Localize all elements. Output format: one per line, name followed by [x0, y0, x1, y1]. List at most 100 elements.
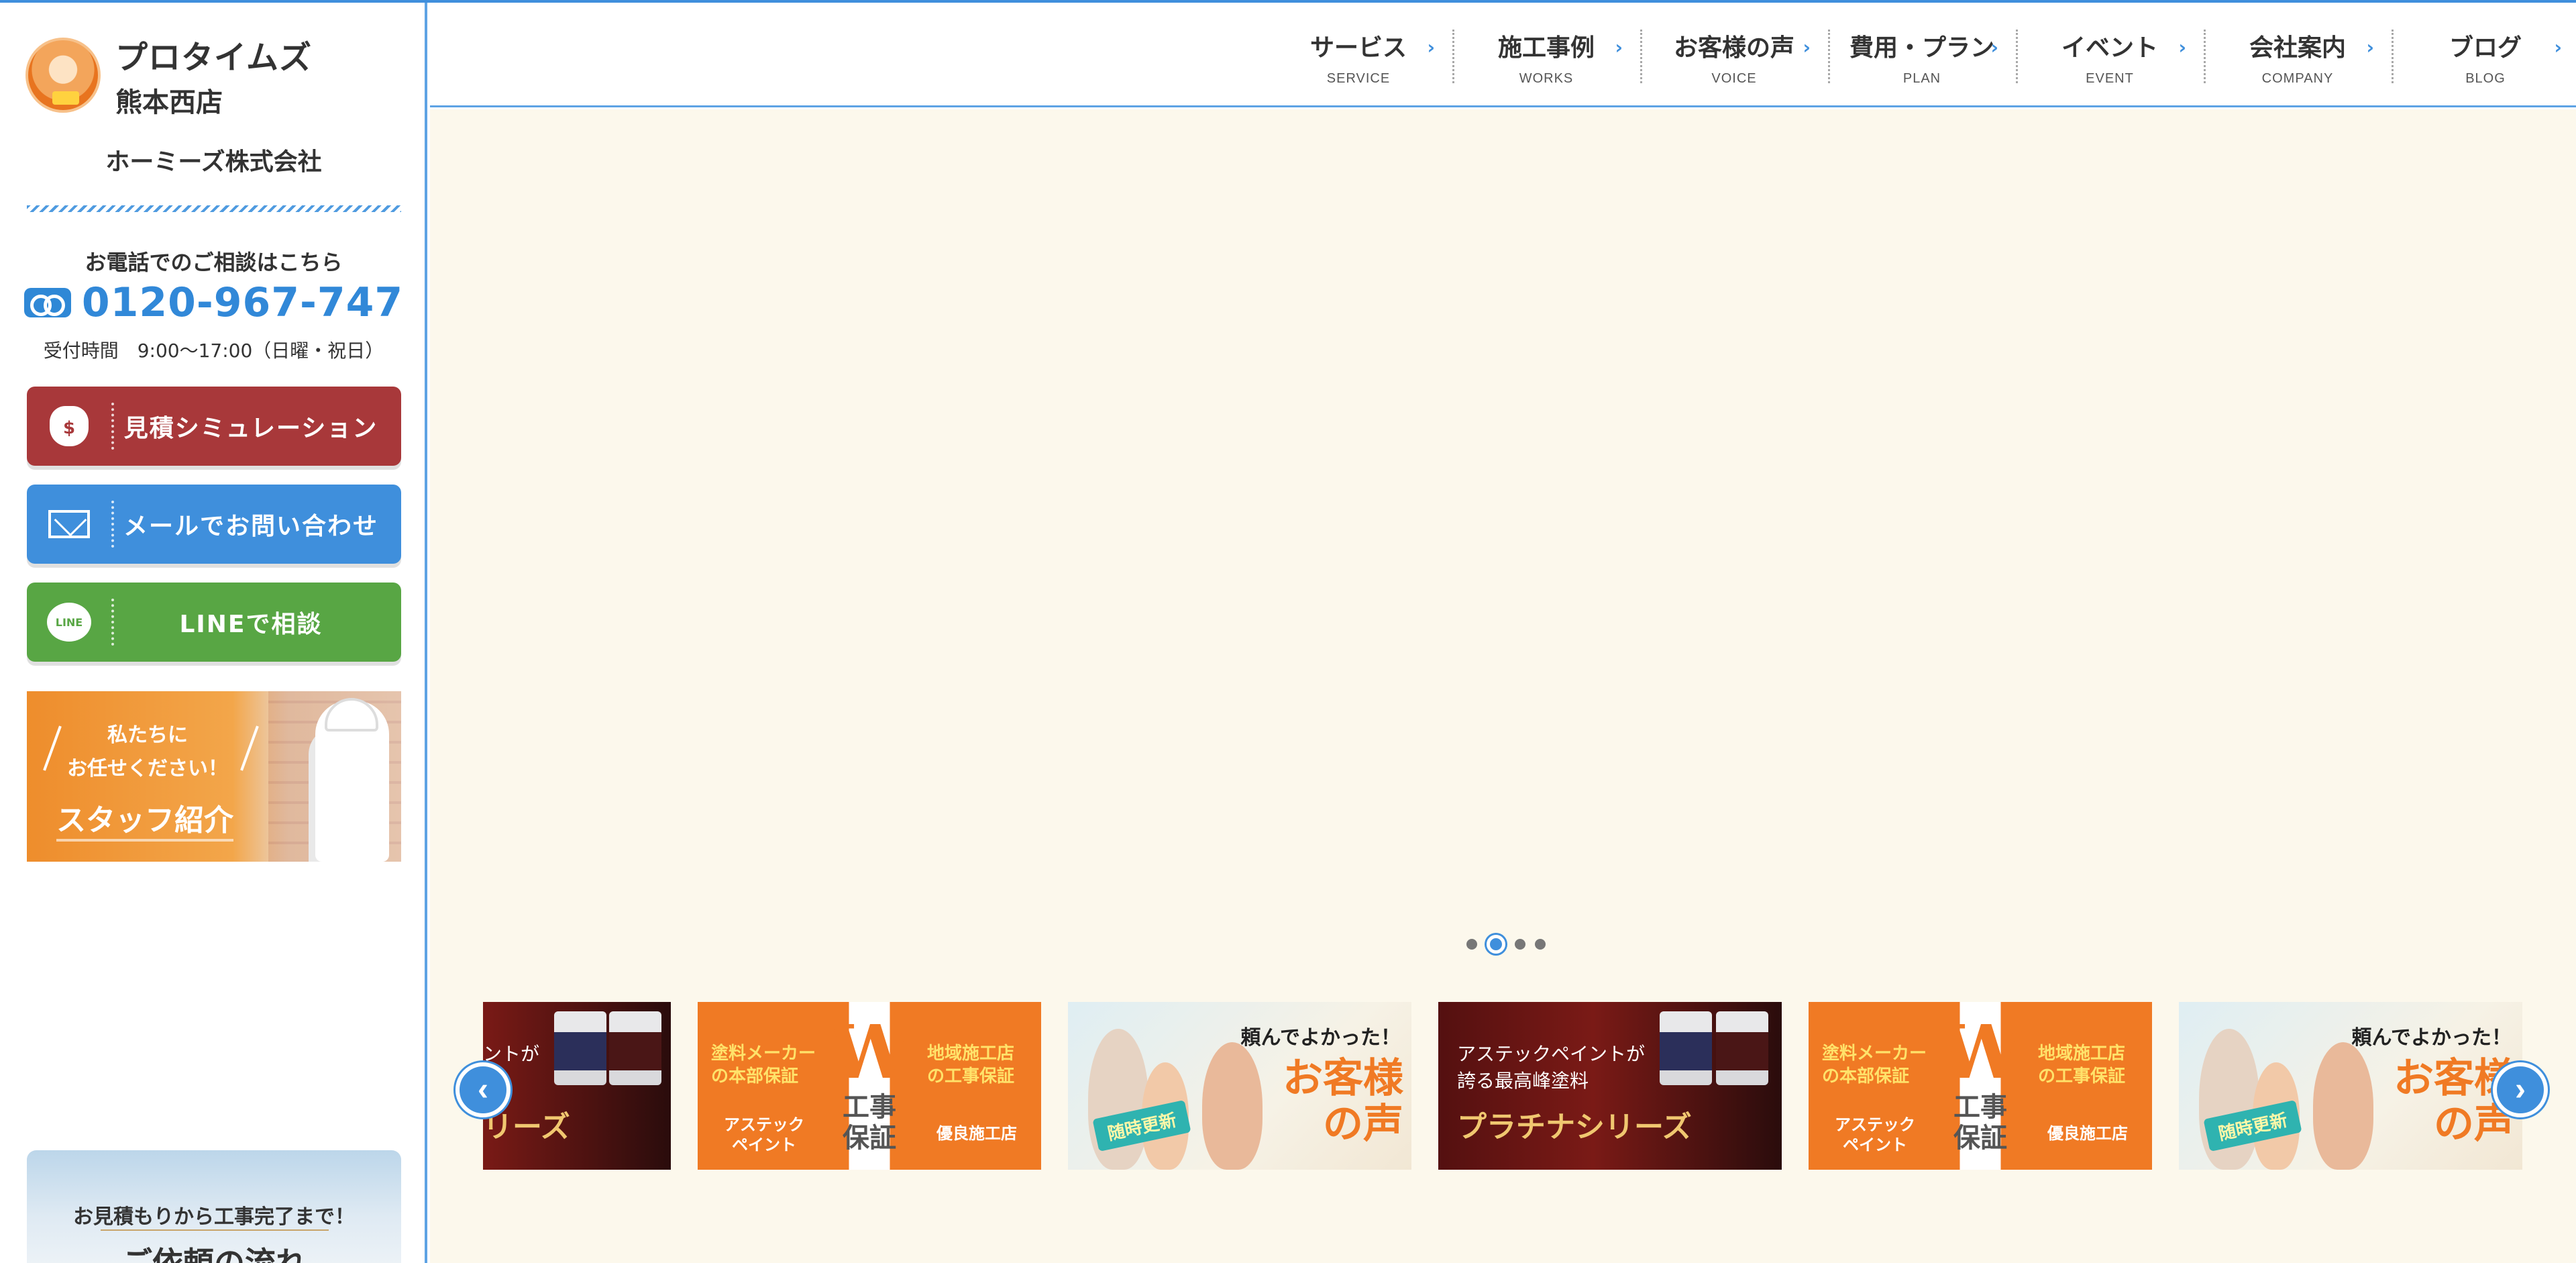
chevron-right-icon: ›	[2515, 1072, 2526, 1107]
warranty-left1: 塗料メーカー	[1822, 1044, 1927, 1064]
warranty-right3: 優良施工店	[2047, 1124, 2128, 1143]
chevron-left-icon: ‹	[478, 1072, 488, 1107]
business-hours: 受付時間 9:00〜17:00（日曜・祝日）	[43, 340, 384, 362]
phone-link[interactable]: 0120-967-747	[0, 279, 427, 326]
warranty-w-mark: W	[1940, 1009, 2023, 1095]
paint-can-image	[554, 1011, 606, 1085]
mail-contact-button[interactable]: メールでお問い合わせ	[27, 485, 401, 564]
paint-banner-line1: ントが	[483, 1043, 540, 1065]
sidebar: プロタイムズ 熊本西店 ホーミーズ株式会社 お電話でのご相談はこちら 0120-…	[0, 3, 427, 1263]
warranty-center-text: 工事 保証	[1953, 1092, 2007, 1154]
money-bag-icon: $	[50, 406, 89, 446]
warranty-right2: の工事保証	[927, 1066, 1015, 1087]
voice-banner-top: 頼んでよかった！	[1240, 1026, 1401, 1050]
chevron-right-icon: ›	[2178, 36, 2186, 58]
logo-branch: 熊本西店	[115, 87, 223, 118]
banner-carousel: ントが リーズ 塗料メーカー の本部保証 アステック ペイント W 工事 保証 …	[483, 1002, 2522, 1170]
nav-sublabel: WORKS	[1519, 71, 1574, 86]
nav-label: お客様の声	[1673, 34, 1794, 62]
main-visual-area: ントが リーズ 塗料メーカー の本部保証 アステック ペイント W 工事 保証 …	[430, 109, 2576, 1263]
nav-label: ブログ	[2449, 34, 2522, 62]
warranty-right1: 地域施工店	[927, 1044, 1015, 1064]
staff-banner-line2: お任せください！	[67, 757, 228, 780]
nav-sublabel: EVENT	[2086, 71, 2134, 86]
slider-dot[interactable]	[1535, 939, 1546, 950]
staff-banner-title: スタッフ紹介	[56, 796, 233, 842]
chevron-right-icon: ›	[2366, 36, 2374, 58]
chevron-right-icon: ›	[1615, 36, 1623, 58]
nav-item-plan[interactable]: 費用・プラン PLAN ›	[1828, 3, 2016, 107]
dashed-divider	[27, 205, 401, 212]
warranty-right1: 地域施工店	[2038, 1044, 2126, 1064]
nav-item-event[interactable]: イベント EVENT ›	[2016, 3, 2204, 107]
customer-photo	[1088, 1029, 1148, 1170]
nav-label: 費用・プラン	[1849, 34, 1994, 62]
nav-label: イベント	[2061, 34, 2158, 62]
warranty-left1: 塗料メーカー	[711, 1044, 816, 1064]
staff-banner-line1: 私たちに	[107, 723, 188, 747]
chevron-right-icon: ›	[2554, 36, 2562, 58]
nav-item-service[interactable]: サービス SERVICE ›	[1265, 3, 1452, 107]
paint-can-image	[1716, 1011, 1768, 1085]
mascot-logo-icon	[25, 38, 101, 113]
nav-sublabel: BLOG	[2465, 71, 2506, 86]
site-logo[interactable]: プロタイムズ 熊本西店	[25, 35, 312, 118]
paint-banner-partial[interactable]: ントが リーズ	[483, 1002, 671, 1170]
nav-sublabel: PLAN	[1902, 71, 1941, 86]
freedial-icon	[23, 288, 71, 317]
carousel-next-button[interactable]: ›	[2493, 1062, 2548, 1117]
warranty-left3: アステック ペイント	[1835, 1115, 1915, 1154]
warranty-banner[interactable]: 塗料メーカー の本部保証 アステック ペイント W 工事 保証 地域施工店 の工…	[698, 1002, 1041, 1170]
global-nav: サービス SERVICE › 施工事例 WORKS › お客様の声 VOICE …	[1265, 3, 2576, 107]
paint-banner-line1: アステックペイントが	[1457, 1043, 1646, 1065]
slider-dot-active[interactable]	[1487, 935, 1505, 954]
nav-sublabel: VOICE	[1711, 71, 1757, 86]
warranty-left3: アステック ペイント	[724, 1115, 804, 1154]
paint-banner[interactable]: アステックペイントが 誇る最高峰塗料 プラチナシリーズ	[1438, 1002, 1782, 1170]
warranty-w-mark: W	[829, 1009, 912, 1095]
tel-caption: お電話でのご相談はこちら	[85, 250, 343, 275]
voice-banner[interactable]: 頼んでよかった！ お客様 の声 随時更新	[2179, 1002, 2522, 1170]
nav-label: 会社案内	[2249, 34, 2346, 62]
company-name: ホーミーズ株式会社	[105, 148, 322, 176]
chevron-right-icon: ›	[1803, 36, 1811, 58]
voice-banner[interactable]: 頼んでよかった！ お客様 の声 随時更新	[1068, 1002, 1411, 1170]
chevron-right-icon: ›	[1427, 36, 1435, 58]
flow-banner-rule	[101, 1229, 329, 1231]
paint-banner-line2: 誇る最高峰塗料	[1457, 1070, 1589, 1092]
nav-item-works[interactable]: 施工事例 WORKS ›	[1452, 3, 1640, 107]
warranty-left2: の本部保証	[1822, 1066, 1910, 1087]
warranty-left2: の本部保証	[711, 1066, 799, 1087]
nav-label: 施工事例	[1497, 34, 1595, 62]
nav-item-blog[interactable]: ブログ BLOG ›	[2392, 3, 2576, 107]
slider-dot[interactable]	[1466, 939, 1477, 950]
line-icon: LINE	[47, 603, 91, 642]
slider-dot[interactable]	[1515, 939, 1525, 950]
warranty-right2: の工事保証	[2038, 1066, 2126, 1087]
warranty-banner[interactable]: 塗料メーカー の本部保証 アステック ペイント W 工事 保証 地域施工店 の工…	[1809, 1002, 2152, 1170]
nav-label: サービス	[1309, 34, 1407, 62]
nav-sublabel: COMPANY	[2261, 71, 2334, 86]
customer-photo	[2199, 1029, 2259, 1170]
staff-intro-banner[interactable]: 私たちに お任せください！ スタッフ紹介	[27, 691, 401, 862]
estimate-simulation-button[interactable]: $ 見積シミュレーション	[27, 387, 401, 466]
nav-sublabel: SERVICE	[1326, 71, 1391, 86]
paint-banner-title: プラチナシリーズ	[1457, 1110, 1692, 1144]
mail-icon	[48, 510, 90, 538]
nav-item-voice[interactable]: お客様の声 VOICE ›	[1640, 3, 1828, 107]
phone-number: 0120-967-747	[81, 279, 404, 326]
header: サービス SERVICE › 施工事例 WORKS › お客様の声 VOICE …	[430, 3, 2576, 107]
estimate-simulation-label: 見積シミュレーション	[123, 415, 378, 442]
paint-can-image	[1660, 1011, 1712, 1085]
slider-pagination	[1462, 935, 1550, 954]
line-consult-label: LINEで相談	[179, 611, 323, 638]
flow-banner-line1: お見積もりから工事完了まで！	[73, 1205, 355, 1229]
voice-banner-title: お客様 の声	[2394, 1055, 2514, 1148]
paint-can-image	[609, 1011, 661, 1085]
mail-contact-label: メールでお問い合わせ	[123, 513, 378, 540]
carousel-prev-button[interactable]: ‹	[455, 1062, 511, 1117]
flow-banner-title: ご依頼の流れ	[121, 1245, 307, 1263]
order-flow-banner[interactable]: お見積もりから工事完了まで！ ご依頼の流れ	[27, 1150, 401, 1263]
line-consult-button[interactable]: LINE LINEで相談	[27, 583, 401, 662]
nav-item-company[interactable]: 会社案内 COMPANY ›	[2204, 3, 2392, 107]
